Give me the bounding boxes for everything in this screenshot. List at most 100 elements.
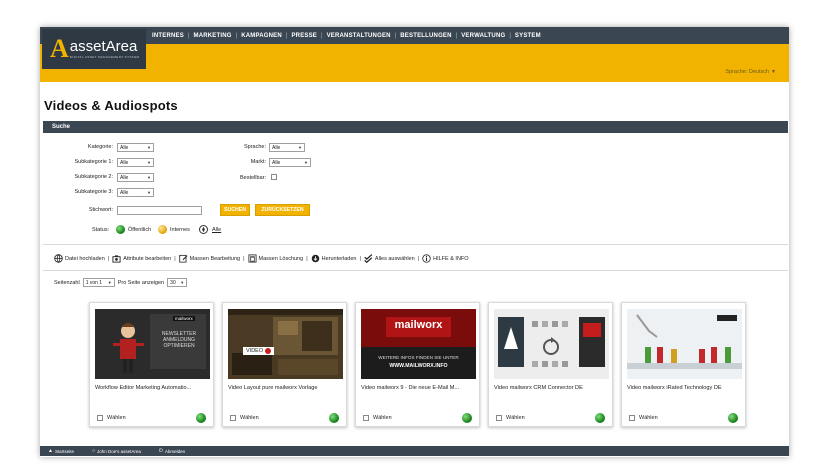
camera-icon bbox=[112, 254, 121, 263]
asset-title[interactable]: Video Layout pure mailworx Vorlage bbox=[228, 385, 344, 391]
kategorie-label: Kategorie: bbox=[87, 144, 113, 150]
logo[interactable]: A assetArea DIGITAL ASSET MANAGEMENT SYS… bbox=[42, 29, 146, 69]
internal-status-icon[interactable] bbox=[158, 225, 167, 234]
select-checkbox[interactable]: Wählen bbox=[97, 415, 126, 421]
asset-thumbnail[interactable]: mailworx WEITERE INFOS FINDEN SIE UNTER … bbox=[361, 309, 476, 379]
page-select[interactable]: 1 von 1 ▼ bbox=[82, 278, 115, 287]
kategorie-select[interactable]: Alle ▼ bbox=[117, 143, 154, 152]
checkbox[interactable] bbox=[230, 415, 236, 421]
language-selector[interactable]: Sprache: Deutsch ▼ bbox=[725, 69, 776, 75]
divider bbox=[43, 244, 788, 245]
caret-down-icon: ▼ bbox=[771, 69, 776, 75]
select-checkbox[interactable]: Wählen bbox=[629, 415, 658, 421]
thumb-caption-2: WWW.MAILWORX.INFO bbox=[389, 363, 448, 369]
main-nav: INTERNES | MARKETING | KAMPAGNEN | PRESSE | … bbox=[148, 27, 545, 44]
video-badge: VIDEO bbox=[243, 347, 275, 355]
nav-item-bestellungen[interactable]: BESTELLUNGEN bbox=[396, 33, 455, 39]
public-status-icon bbox=[728, 413, 738, 423]
reset-button[interactable]: ZURÜCKSETZEN bbox=[255, 204, 310, 216]
markt-select[interactable]: Alle ▼ bbox=[269, 158, 311, 167]
dropdown-arrow-icon: ▼ bbox=[147, 190, 151, 195]
edit-attributes-action[interactable]: Attribute bearbeiten bbox=[112, 254, 171, 263]
thumb-caption-3: OPTIMIEREN bbox=[163, 343, 195, 349]
sprache-select[interactable]: Alle ▼ bbox=[269, 143, 305, 152]
status-public-label[interactable]: Öffentlich bbox=[128, 227, 151, 233]
per-page-label: Pro Seite anzeigen bbox=[117, 279, 165, 286]
help-action[interactable]: HILFE & INFO bbox=[422, 254, 469, 263]
checkbox[interactable] bbox=[97, 415, 103, 421]
per-page-select[interactable]: 30 ▼ bbox=[167, 278, 188, 287]
checkbox[interactable] bbox=[363, 415, 369, 421]
checkbox[interactable] bbox=[496, 415, 502, 421]
nav-item-marketing[interactable]: MARKETING bbox=[190, 33, 236, 39]
all-status-icon[interactable] bbox=[199, 225, 208, 234]
play-icon bbox=[265, 348, 272, 354]
asset-card[interactable]: Video mailworx CRM Connector DE Wählen bbox=[488, 302, 613, 427]
select-checkbox[interactable]: Wählen bbox=[363, 415, 392, 421]
nav-item-verwaltung[interactable]: VERWALTUNG bbox=[457, 33, 509, 39]
dropdown-arrow-icon: ▼ bbox=[298, 145, 302, 150]
top-navbar: INTERNES | MARKETING | KAMPAGNEN | PRESSE | … bbox=[40, 27, 789, 44]
nav-item-internes[interactable]: INTERNES bbox=[148, 33, 188, 39]
header-banner bbox=[40, 44, 789, 82]
subkategorie3-select[interactable]: Alle ▼ bbox=[117, 188, 154, 197]
logo-tagline: DIGITAL ASSET MANAGEMENT SYSTEM bbox=[69, 55, 140, 59]
asset-thumbnail[interactable]: mailworx NEWSLETTER ANMELDUNG OPTIMIEREN bbox=[95, 309, 210, 379]
footer-user-link[interactable]: ○ John Doe's assetArea bbox=[92, 448, 141, 454]
dropdown-arrow-icon: ▼ bbox=[147, 175, 151, 180]
crm-connector-thumbnail-image bbox=[494, 309, 609, 379]
asset-card[interactable]: Video mailworx iRated Technology DE Wähl… bbox=[621, 302, 746, 427]
asset-thumbnail[interactable]: VIDEO bbox=[228, 309, 343, 379]
page-title: Videos & Audiospots bbox=[44, 98, 178, 113]
bulk-delete-action[interactable]: Massen Löschung bbox=[248, 254, 303, 263]
asset-thumbnail[interactable] bbox=[627, 309, 742, 379]
nav-item-system[interactable]: SYSTEM bbox=[511, 33, 545, 39]
asset-title[interactable]: Video mailworx iRated Technology DE bbox=[627, 385, 743, 391]
nav-item-veranstaltungen[interactable]: VERANSTALTUNGEN bbox=[323, 33, 395, 39]
asset-thumbnail[interactable] bbox=[494, 309, 609, 379]
subkategorie2-select[interactable]: Alle ▼ bbox=[117, 173, 154, 182]
globe-icon bbox=[54, 254, 63, 263]
stichwort-input[interactable] bbox=[117, 206, 202, 215]
status-internal-label[interactable]: Internes bbox=[170, 227, 190, 233]
sprache-label: Sprache: bbox=[243, 144, 266, 150]
subkategorie1-label: Subkategorie 1: bbox=[74, 159, 113, 165]
footer-logout-link[interactable]: ⏻ Abmelden bbox=[159, 448, 185, 454]
select-checkbox[interactable]: Wählen bbox=[496, 415, 525, 421]
nav-item-kampagnen[interactable]: KAMPAGNEN bbox=[237, 33, 286, 39]
upload-action[interactable]: Datei hochladen bbox=[54, 254, 105, 263]
footer-bar: ▲ Startseite ○ John Doe's assetArea ⏻ Abmel… bbox=[40, 446, 789, 456]
dropdown-arrow-icon: ▼ bbox=[147, 145, 151, 150]
footer-home-link[interactable]: ▲ Startseite bbox=[48, 448, 74, 454]
subkategorie1-select[interactable]: Alle ▼ bbox=[117, 158, 154, 167]
asset-title[interactable]: Video mailworx 9 - Die neue E-Mail M... bbox=[361, 385, 477, 391]
asset-card[interactable]: mailworx WEITERE INFOS FINDEN SIE UNTER … bbox=[355, 302, 480, 427]
asset-title[interactable]: Workflow Editor Marketing Automatio... bbox=[95, 385, 211, 391]
asset-toolbar: Datei hochladen | Attribute bearbeiten |… bbox=[54, 254, 469, 263]
bestellbar-checkbox[interactable] bbox=[271, 174, 277, 180]
trash-icon bbox=[248, 254, 257, 263]
markt-label: Markt: bbox=[250, 159, 266, 165]
public-status-icon bbox=[329, 413, 339, 423]
download-action[interactable]: Herunterladen bbox=[311, 254, 356, 263]
pagination-controls: Seitenzahl 1 von 1 ▼ Pro Seite anzeigen 3… bbox=[54, 278, 190, 287]
select-checkbox[interactable]: Wählen bbox=[230, 415, 259, 421]
checkbox[interactable] bbox=[629, 415, 635, 421]
status-all-link[interactable]: Alle bbox=[212, 227, 221, 233]
double-check-icon bbox=[364, 254, 373, 263]
asset-title[interactable]: Video mailworx CRM Connector DE bbox=[494, 385, 610, 391]
asset-card[interactable]: VIDEO Video Layout pure mailworx Vorlage… bbox=[222, 302, 347, 427]
dropdown-arrow-icon: ▼ bbox=[147, 160, 151, 165]
app-window: INTERNES | MARKETING | KAMPAGNEN | PRESSE | … bbox=[40, 27, 789, 457]
thumb-caption-1: WEITERE INFOS FINDEN SIE UNTER bbox=[378, 355, 459, 360]
chart-icon: ▲ bbox=[48, 448, 53, 454]
search-section-header: Suche bbox=[43, 121, 788, 133]
public-status-icon bbox=[196, 413, 206, 423]
bulk-edit-action[interactable]: Massen Bearbeitung bbox=[178, 254, 240, 263]
asset-card[interactable]: mailworx NEWSLETTER ANMELDUNG OPTIMIEREN… bbox=[89, 302, 214, 427]
search-button[interactable]: SUCHEN bbox=[220, 204, 250, 216]
select-all-action[interactable]: Alles auswählen bbox=[364, 254, 415, 263]
nav-item-presse[interactable]: PRESSE bbox=[287, 33, 321, 39]
stichwort-label: Stichwort: bbox=[88, 207, 113, 213]
public-status-icon[interactable] bbox=[116, 225, 125, 234]
